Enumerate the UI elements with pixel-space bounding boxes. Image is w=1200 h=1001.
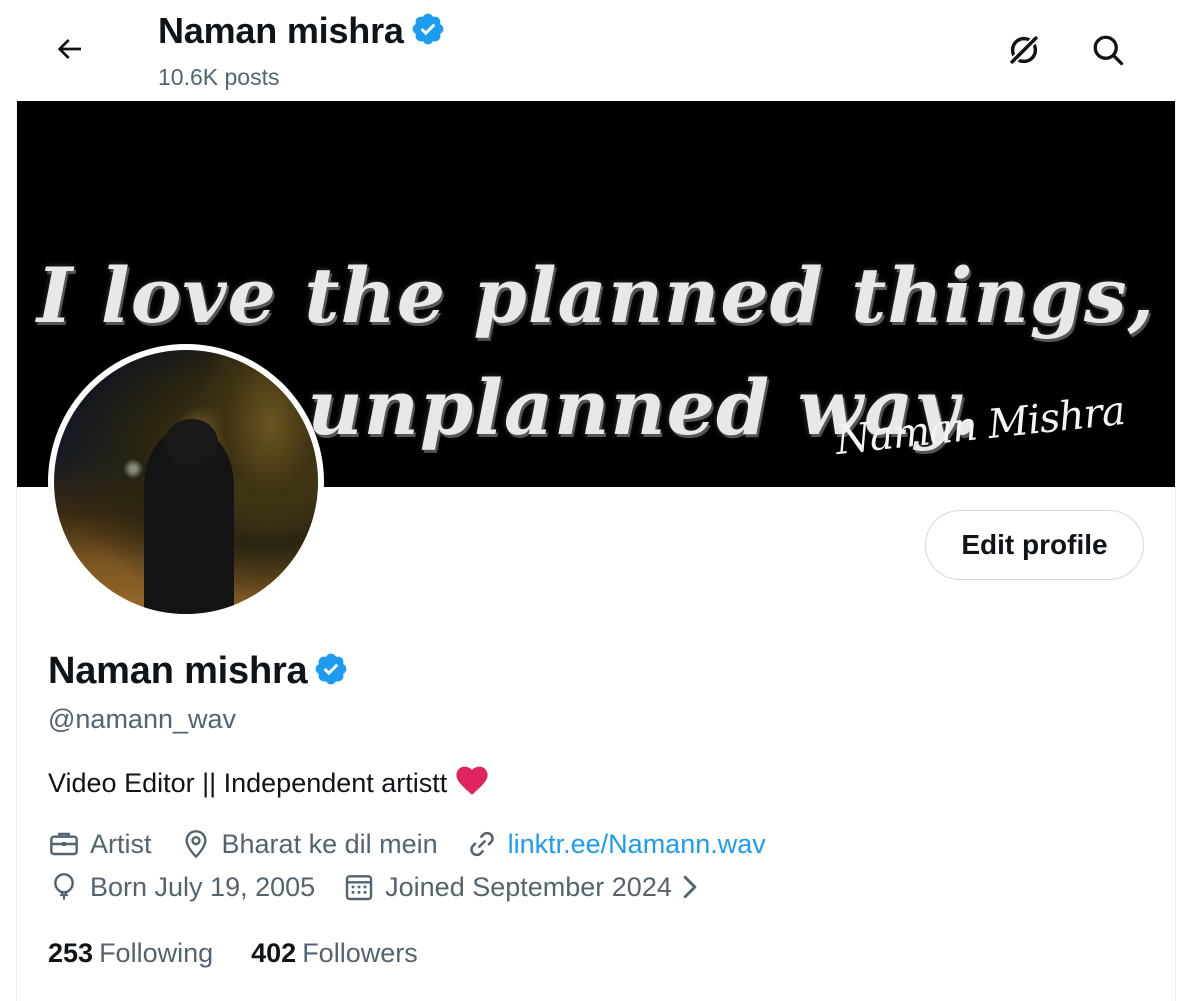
header-name: Naman mishra [158, 10, 404, 51]
grok-icon [1008, 34, 1040, 66]
edit-profile-button[interactable]: Edit profile [925, 510, 1144, 580]
profile-birthday: Born July 19, 2005 [48, 871, 315, 903]
profile-header: Naman mishra 10.6K posts [0, 0, 1200, 100]
following-stat[interactable]: 253 Following [48, 938, 213, 969]
balloon-icon [54, 873, 74, 900]
profile-bio: Video Editor || Independent artistt [48, 764, 489, 803]
profile-stats: 253 Following 402 Followers [48, 938, 456, 969]
link-icon [469, 831, 494, 857]
header-title: Naman mishra [158, 10, 446, 52]
briefcase-icon [50, 832, 78, 856]
avatar-image [54, 350, 318, 614]
birthday-text: Born July 19, 2005 [90, 871, 316, 902]
followers-label: Followers [302, 938, 418, 968]
joined-text: Joined September 2024 [385, 871, 672, 902]
red-heart-icon [455, 764, 489, 803]
profile-meta-row: Born July 19, 2005 Joined September 2024 [48, 871, 738, 903]
grok-button[interactable] [1002, 28, 1046, 72]
profile-location: Bharat ke dil mein [180, 828, 438, 860]
following-count: 253 [48, 938, 94, 968]
post-count: 10.6K posts [158, 64, 280, 90]
followers-stat[interactable]: 402 Followers [251, 938, 418, 969]
profile-meta-row: Artist Bharat ke dil mein linktr.ee/Nama… [48, 828, 794, 860]
avatar-head [164, 418, 218, 467]
verified-badge-icon[interactable] [313, 651, 349, 692]
location-pin-icon [184, 830, 207, 859]
profile-name-row: Naman mishra [48, 650, 349, 693]
profile-website[interactable]: linktr.ee/Namann.wav [466, 828, 766, 860]
website-link[interactable]: linktr.ee/Namann.wav [508, 829, 766, 860]
verified-badge-icon[interactable] [410, 11, 446, 52]
profile-category: Artist [48, 828, 152, 860]
avatar[interactable] [48, 344, 324, 620]
divider [1175, 100, 1176, 1001]
banner-text-line1: I love the planned things, [36, 251, 1156, 340]
followers-count: 402 [251, 938, 297, 968]
profile-name: Naman mishra [48, 650, 308, 692]
profile-joined[interactable]: Joined September 2024 [343, 871, 710, 903]
search-icon [1093, 35, 1124, 66]
profile-handle: @namann_wav [48, 704, 237, 734]
chevron-right-icon [683, 875, 697, 899]
arrow-left-icon [57, 39, 81, 59]
search-button[interactable] [1086, 28, 1130, 72]
bio-text: Video Editor || Independent artistt [48, 768, 448, 798]
location-text: Bharat ke dil mein [221, 828, 438, 859]
back-button[interactable] [46, 26, 92, 72]
following-label: Following [99, 938, 214, 968]
calendar-icon [345, 875, 373, 901]
category-text: Artist [90, 828, 152, 859]
